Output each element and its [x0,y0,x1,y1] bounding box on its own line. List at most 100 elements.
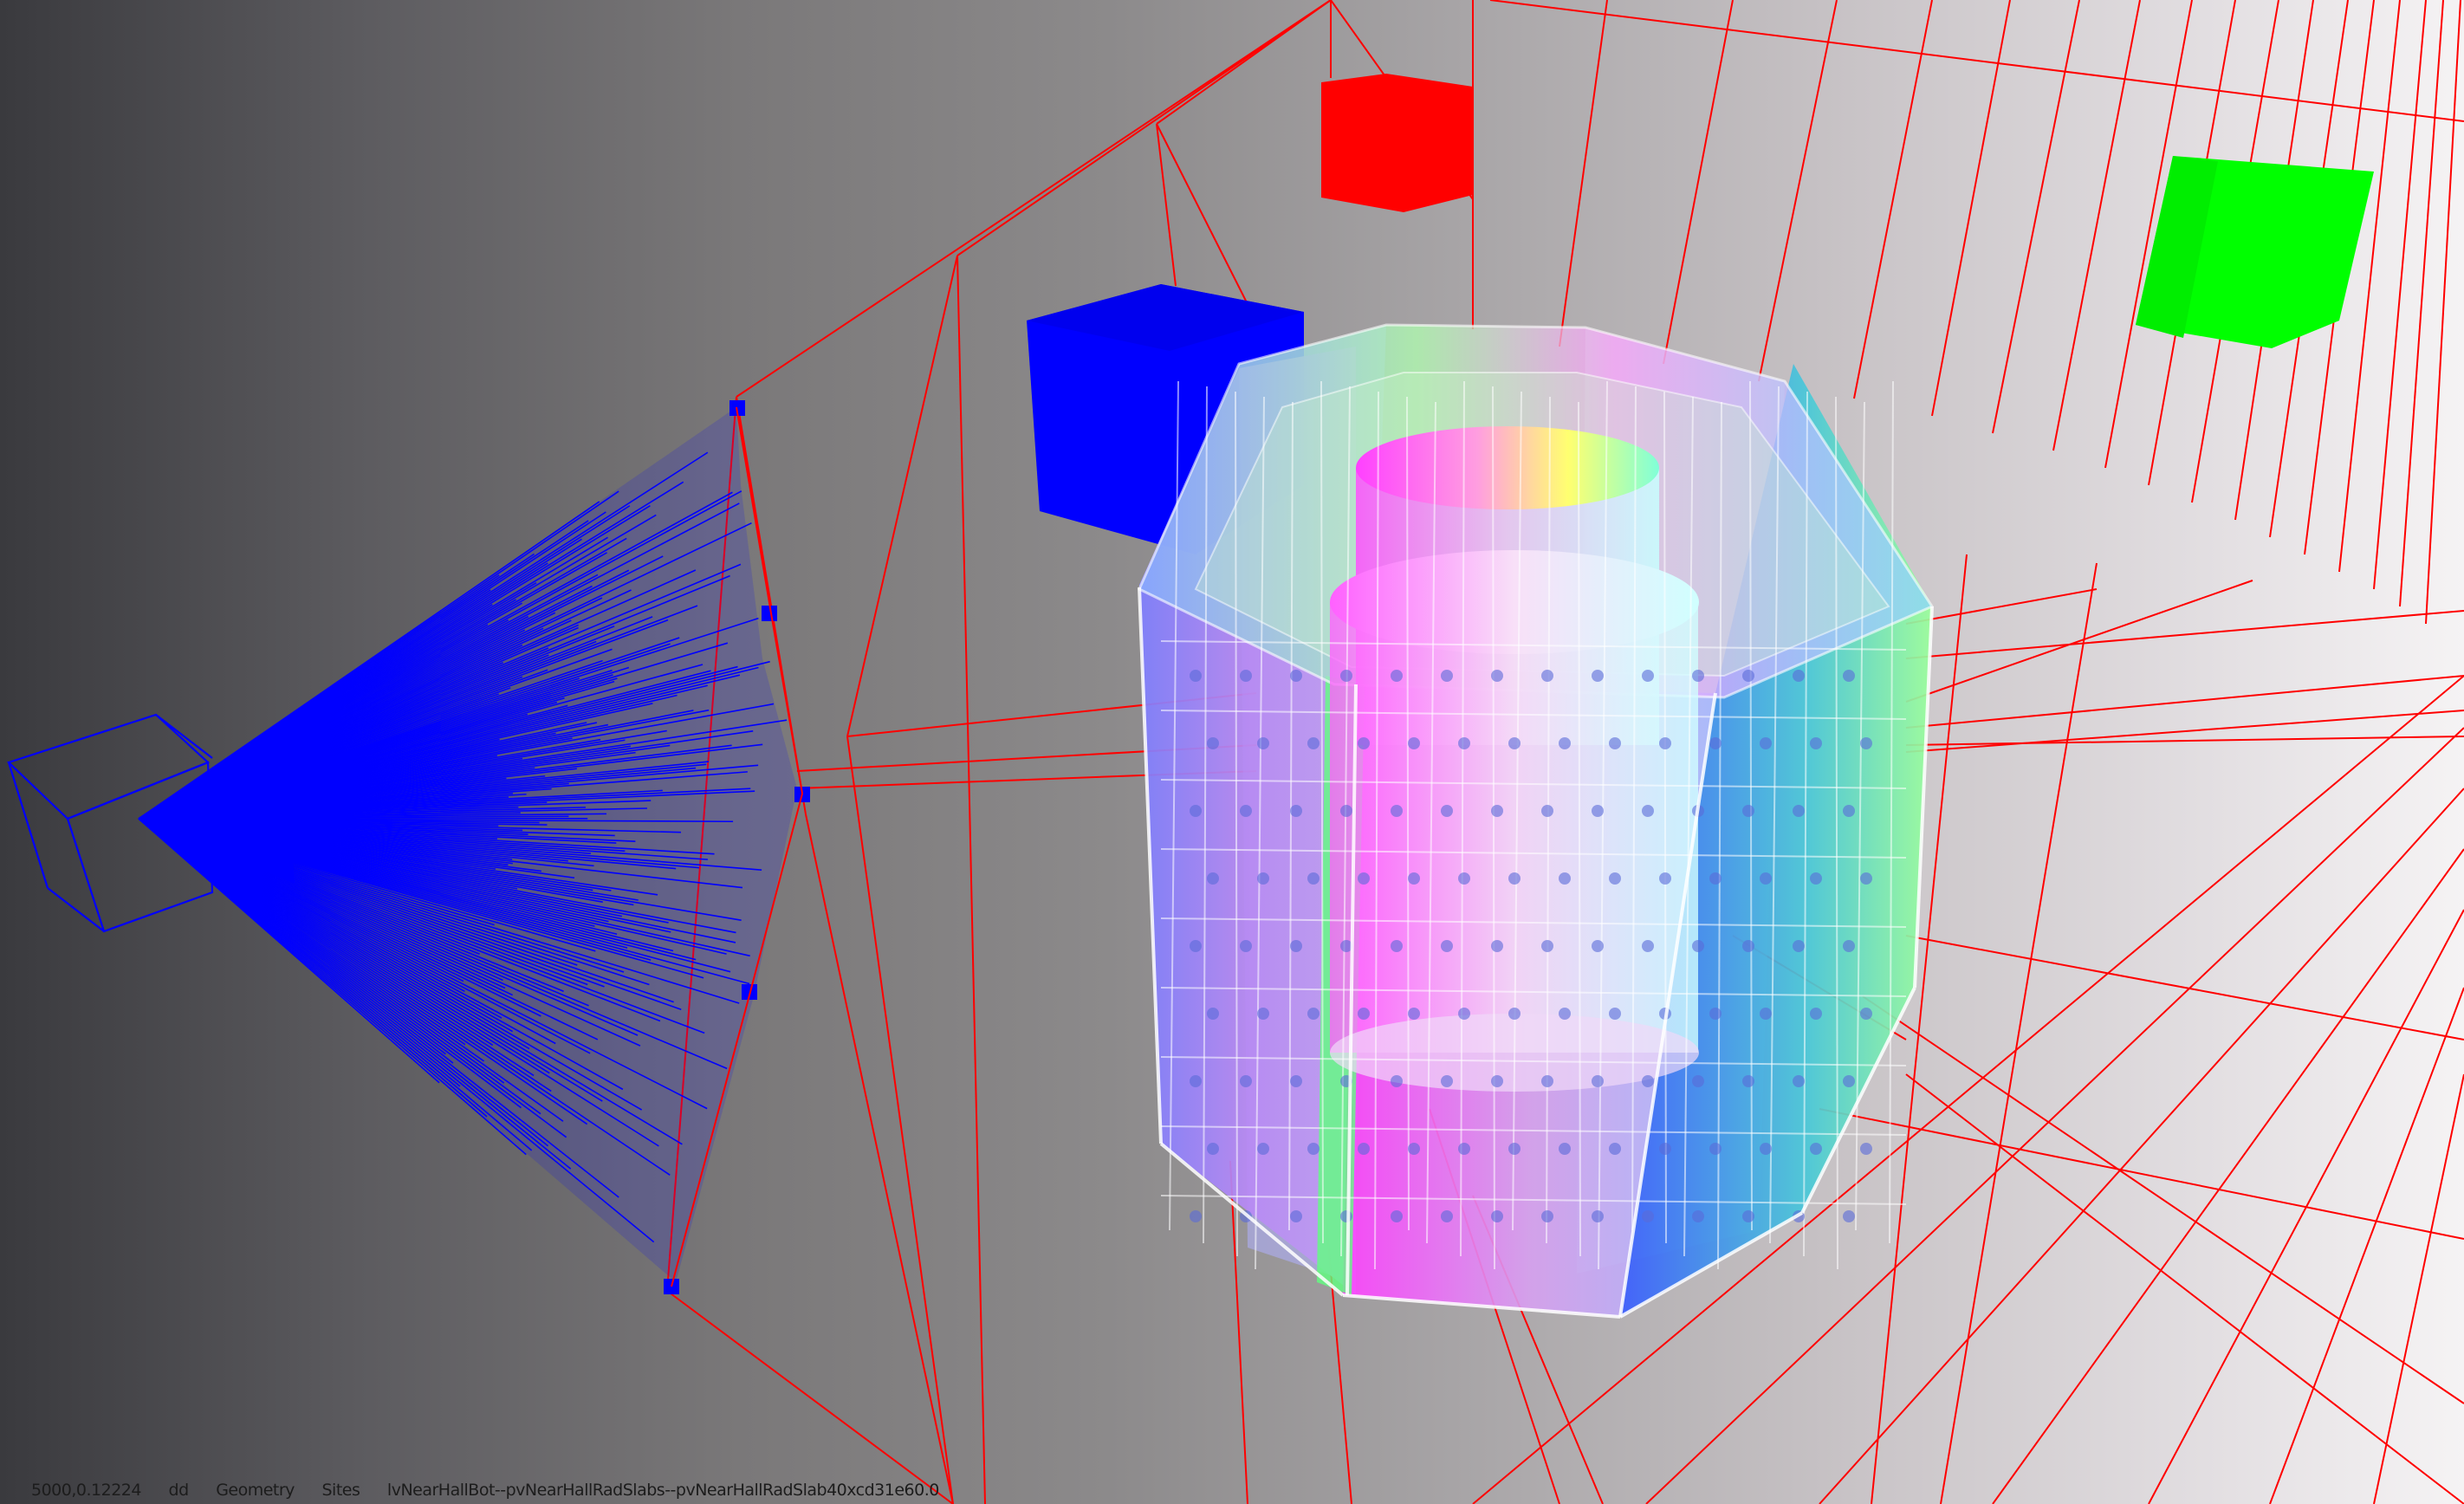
pmt-dot [1793,670,1805,682]
status-item-sites[interactable]: Sites [321,1481,360,1500]
pmt-dot [1760,1008,1772,1020]
pmt-dot [1642,805,1654,817]
pmt-dot [1742,670,1754,682]
pmt-dot [1491,805,1503,817]
pmt-dot [1508,1008,1521,1020]
status-bar: 5000,0.12224 dd Geometry Sites lvNearHal… [31,1478,962,1502]
pmt-dot [1642,940,1654,952]
pmt-dot [1659,1143,1671,1155]
pmt-dot [1358,1008,1370,1020]
pmt-dot [1391,940,1403,952]
pmt-dot [1760,1143,1772,1155]
pmt-dot [1290,940,1302,952]
pmt-dot [1692,1210,1704,1222]
pmt-dot [1642,1075,1654,1087]
pmt-dot [1441,940,1453,952]
status-item-dd[interactable]: dd [169,1481,190,1500]
pmt-dot [1793,940,1805,952]
pmt-dot [1458,1008,1470,1020]
pmt-dot [1592,1210,1604,1222]
pmt-dot [1307,1143,1320,1155]
pmt-dot [1609,1008,1621,1020]
pmt-dot [1458,737,1470,749]
pmt-dot [1860,1143,1872,1155]
pmt-dot [1793,805,1805,817]
pmt-dot [1307,737,1320,749]
pmt-dot [1391,1210,1403,1222]
pmt-dot [1541,805,1553,817]
pmt-dot [1508,1143,1521,1155]
pmt-dot [1609,1143,1621,1155]
pmt-dot [1541,1210,1553,1222]
pmt-dot [1709,1143,1722,1155]
pmt-dot [1240,670,1252,682]
axis-cube-y[interactable] [2136,156,2374,348]
pmt-dot [1391,1075,1403,1087]
pmt-dot [1257,1008,1269,1020]
pmt-dot [1391,670,1403,682]
pmt-dot [1207,737,1219,749]
pmt-dot [1592,805,1604,817]
pmt-dot [1240,805,1252,817]
pmt-dot [1408,737,1420,749]
pmt-dot [1592,940,1604,952]
pmt-dot [1240,940,1252,952]
pmt-dot [1742,1075,1754,1087]
pmt-dot [1843,1210,1855,1222]
pmt-dot [1391,805,1403,817]
axis-cube-x[interactable] [1321,74,1473,212]
pmt-dot [1843,805,1855,817]
pmt-dot [1257,1143,1269,1155]
scene-canvas[interactable] [0,0,2464,1504]
pmt-dot [1709,1008,1722,1020]
pmt-dot [1207,1008,1219,1020]
pmt-dot [1810,1008,1822,1020]
pmt-dot [1190,670,1202,682]
pmt-dot [1843,940,1855,952]
pmt-dot [1190,1210,1202,1222]
pmt-dot [1458,1143,1470,1155]
pmt-dot [1860,737,1872,749]
pmt-dot [1290,670,1302,682]
pmt-dot [1408,1008,1420,1020]
pmt-dot [1692,940,1704,952]
pmt-dot [1810,1143,1822,1155]
pmt-dot [1541,940,1553,952]
pmt-dot [1760,872,1772,885]
pmt-dot [1257,872,1269,885]
pmt-dot [1508,872,1521,885]
pmt-dot [1843,670,1855,682]
pmt-dot [1491,1210,1503,1222]
status-item-geometry[interactable]: Geometry [216,1481,295,1500]
pmt-dot [1642,1210,1654,1222]
pmt-dot [1541,670,1553,682]
pmt-dot [1742,1210,1754,1222]
pmt-dot [1290,805,1302,817]
3d-viewport[interactable]: 5000,0.12224 dd Geometry Sites lvNearHal… [0,0,2464,1504]
pmt-dot [1860,872,1872,885]
pmt-dot [1441,1210,1453,1222]
pmt-dot [1340,1210,1352,1222]
pmt-dot [1541,1075,1553,1087]
pmt-dot [1441,1075,1453,1087]
detector-geometry[interactable] [1138,323,1935,1319]
pmt-dot [1692,1075,1704,1087]
pmt-dot [1559,872,1571,885]
pmt-dot [1559,1143,1571,1155]
pmt-dot [1592,670,1604,682]
camera-frustum[interactable] [6,407,797,1282]
status-coords: 5000,0.12224 [31,1481,141,1500]
pmt-dot [1559,1008,1571,1020]
pmt-dot [1659,872,1671,885]
pmt-dot [1190,1075,1202,1087]
pmt-dot [1592,1075,1604,1087]
pmt-dot [1458,872,1470,885]
pmt-dot [1742,805,1754,817]
pmt-dot [1559,737,1571,749]
pmt-dot [1257,737,1269,749]
pmt-dot [1340,670,1352,682]
pmt-dot [1491,1075,1503,1087]
pmt-dot [1742,940,1754,952]
pmt-dot [1810,872,1822,885]
pmt-dot [1508,737,1521,749]
